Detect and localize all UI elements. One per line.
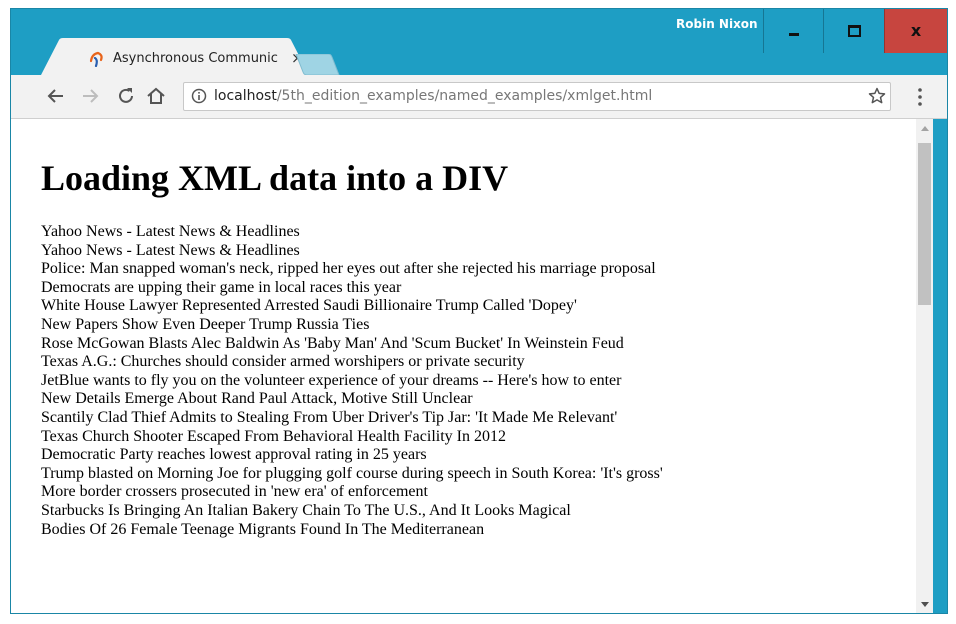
scroll-up-icon	[920, 125, 929, 131]
close-window-button[interactable]: x	[884, 9, 947, 53]
xampp-icon	[89, 51, 103, 67]
vertical-scrollbar[interactable]	[916, 119, 933, 613]
home-button[interactable]	[145, 85, 167, 107]
address-bar[interactable]: localhost/5th_edition_examples/named_exa…	[183, 82, 891, 111]
news-item: New Details Emerge About Rand Paul Attac…	[41, 390, 473, 408]
window-border	[933, 119, 947, 613]
news-item: Yahoo News - Latest News & Headlines	[41, 241, 300, 259]
news-item: Police: Man snapped woman's neck, ripped…	[41, 260, 656, 278]
news-item: More border crossers prosecuted in 'new …	[41, 483, 428, 501]
scrollbar-thumb[interactable]	[918, 143, 931, 305]
maximize-button[interactable]	[823, 9, 884, 53]
url-host: localhost	[214, 88, 277, 104]
title-bar[interactable]: Robin Nixon x Asynchronous Communic ×	[11, 9, 947, 75]
tab-asynchronous-communication[interactable]: Asynchronous Communic ×	[41, 38, 309, 75]
new-tab-button[interactable]	[294, 54, 340, 75]
news-item: Democrats are upping their game in local…	[41, 278, 402, 296]
minimize-icon	[788, 32, 799, 36]
back-icon	[47, 89, 63, 103]
news-item: Starbucks Is Bringing An Italian Bakery …	[41, 501, 571, 519]
news-item: Texas Church Shooter Escaped From Behavi…	[41, 427, 506, 445]
forward-icon	[83, 89, 99, 103]
browser-window: Robin Nixon x Asynchronous Communic ×	[10, 8, 948, 614]
news-item: JetBlue wants to fly you on the voluntee…	[41, 371, 622, 389]
browser-toolbar: localhost/5th_edition_examples/named_exa…	[11, 75, 947, 119]
news-item: Democratic Party reaches lowest approval…	[41, 446, 427, 464]
news-item: White House Lawyer Represented Arrested …	[41, 297, 577, 315]
star-icon[interactable]	[868, 87, 886, 105]
home-icon	[147, 87, 165, 104]
news-item: Bodies Of 26 Female Teenage Migrants Fou…	[41, 520, 485, 538]
minimize-button[interactable]	[763, 9, 823, 53]
maximize-icon	[847, 25, 861, 37]
url-text[interactable]: localhost/5th_edition_examples/named_exa…	[214, 88, 652, 104]
news-item: Texas A.G.: Churches should consider arm…	[41, 353, 525, 371]
news-item: Trump blasted on Morning Joe for pluggin…	[41, 464, 663, 482]
url-path: /5th_edition_examples/named_examples/xml…	[276, 88, 653, 104]
reload-icon	[119, 88, 133, 103]
scroll-down-icon	[920, 601, 929, 607]
news-item: New Papers Show Even Deeper Trump Russia…	[41, 315, 370, 333]
page-content: Loading XML data into a DIV Yahoo News -…	[11, 119, 916, 613]
scroll-up-button[interactable]	[916, 119, 933, 136]
close-icon: x	[910, 21, 922, 40]
forward-button[interactable]	[79, 85, 101, 107]
news-item: Rose McGowan Blasts Alec Baldwin As 'Bab…	[41, 334, 624, 352]
menu-icon[interactable]	[916, 85, 924, 109]
info-icon[interactable]	[191, 88, 207, 104]
scroll-down-button[interactable]	[916, 596, 933, 613]
news-list: Yahoo News - Latest News & Headlines Yah…	[41, 223, 663, 539]
news-item: Scantily Clad Thief Admits to Stealing F…	[41, 408, 618, 426]
profile-name[interactable]: Robin Nixon	[676, 17, 758, 33]
back-button[interactable]	[45, 85, 67, 107]
news-item: Yahoo News - Latest News & Headlines	[41, 223, 300, 240]
page-heading: Loading XML data into a DIV	[41, 158, 509, 198]
reload-button[interactable]	[115, 85, 137, 107]
tab-title: Asynchronous Communic	[113, 51, 278, 66]
